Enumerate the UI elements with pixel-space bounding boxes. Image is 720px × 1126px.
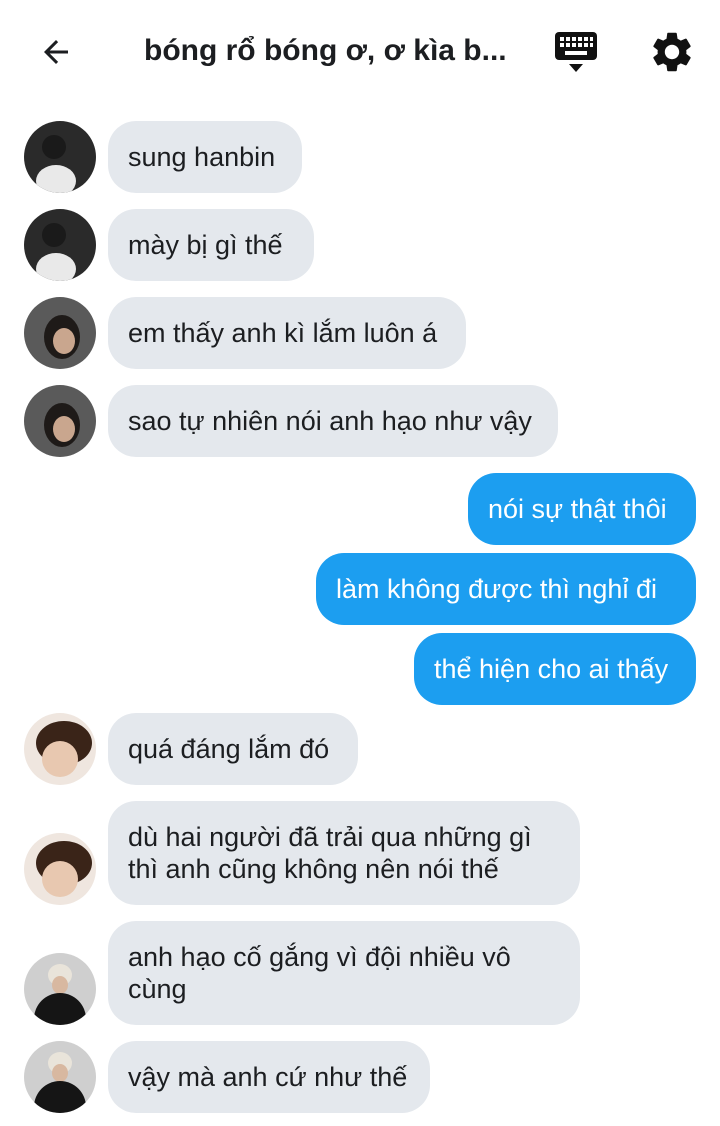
arrow-left-icon bbox=[44, 40, 68, 64]
message-text: vậy mà anh cứ như thế bbox=[128, 1062, 408, 1092]
avatar-photo bbox=[24, 385, 96, 457]
avatar[interactable] bbox=[24, 209, 96, 281]
settings-button[interactable] bbox=[648, 28, 696, 76]
avatar-photo bbox=[24, 833, 96, 905]
message-bubble[interactable]: anh hạo cố gắng vì đội nhiều vô cùng bbox=[108, 921, 580, 1025]
avatar-photo bbox=[24, 713, 96, 785]
message-text: thể hiện cho ai thấy bbox=[434, 654, 669, 684]
conversation-title[interactable]: bóng rổ bóng ơ, ơ kìa b... bbox=[144, 26, 514, 76]
message-bubble[interactable]: dù hai người đã trải qua những gì thì an… bbox=[108, 801, 580, 905]
avatar-photo bbox=[24, 953, 96, 1025]
message-text: quá đáng lắm đó bbox=[128, 734, 330, 764]
avatar-photo bbox=[24, 121, 96, 193]
message-text: anh hạo cố gắng vì đội nhiều vô cùng bbox=[128, 942, 511, 1004]
message-bubble-outgoing[interactable]: làm không được thì nghỉ đi bbox=[316, 553, 696, 625]
keyboard-icon bbox=[555, 32, 597, 72]
message-bubble[interactable]: sao tự nhiên nói anh hạo như vậy bbox=[108, 385, 558, 457]
avatar-photo bbox=[24, 297, 96, 369]
avatar[interactable] bbox=[24, 121, 96, 193]
message-bubble-outgoing[interactable]: nói sự thật thôi bbox=[468, 473, 696, 545]
keyboard-button[interactable] bbox=[552, 30, 600, 76]
message-bubble-outgoing[interactable]: thể hiện cho ai thấy bbox=[414, 633, 696, 705]
message-bubble[interactable]: quá đáng lắm đó bbox=[108, 713, 358, 785]
avatar-photo bbox=[24, 1041, 96, 1113]
avatar[interactable] bbox=[24, 1041, 96, 1113]
message-text: mày bị gì thế bbox=[128, 230, 283, 260]
avatar[interactable] bbox=[24, 953, 96, 1025]
message-text: em thấy anh kì lắm luôn á bbox=[128, 318, 438, 348]
message-text: làm không được thì nghỉ đi bbox=[336, 574, 657, 604]
message-bubble[interactable]: sung hanbin bbox=[108, 121, 302, 193]
message-bubble[interactable]: mày bị gì thế bbox=[108, 209, 314, 281]
avatar-photo bbox=[24, 209, 96, 281]
message-text: dù hai người đã trải qua những gì thì an… bbox=[128, 822, 532, 884]
gear-icon bbox=[653, 32, 691, 72]
chat-header: bóng rổ bóng ơ, ơ kìa b... bbox=[0, 0, 720, 104]
avatar[interactable] bbox=[24, 833, 96, 905]
avatar[interactable] bbox=[24, 297, 96, 369]
message-bubble[interactable]: em thấy anh kì lắm luôn á bbox=[108, 297, 466, 369]
message-bubble[interactable]: vậy mà anh cứ như thế bbox=[108, 1041, 430, 1113]
avatar[interactable] bbox=[24, 385, 96, 457]
back-button[interactable] bbox=[34, 30, 78, 74]
message-text: sao tự nhiên nói anh hạo như vậy bbox=[128, 406, 532, 436]
avatar[interactable] bbox=[24, 713, 96, 785]
message-text: nói sự thật thôi bbox=[488, 494, 667, 524]
message-text: sung hanbin bbox=[128, 142, 276, 172]
